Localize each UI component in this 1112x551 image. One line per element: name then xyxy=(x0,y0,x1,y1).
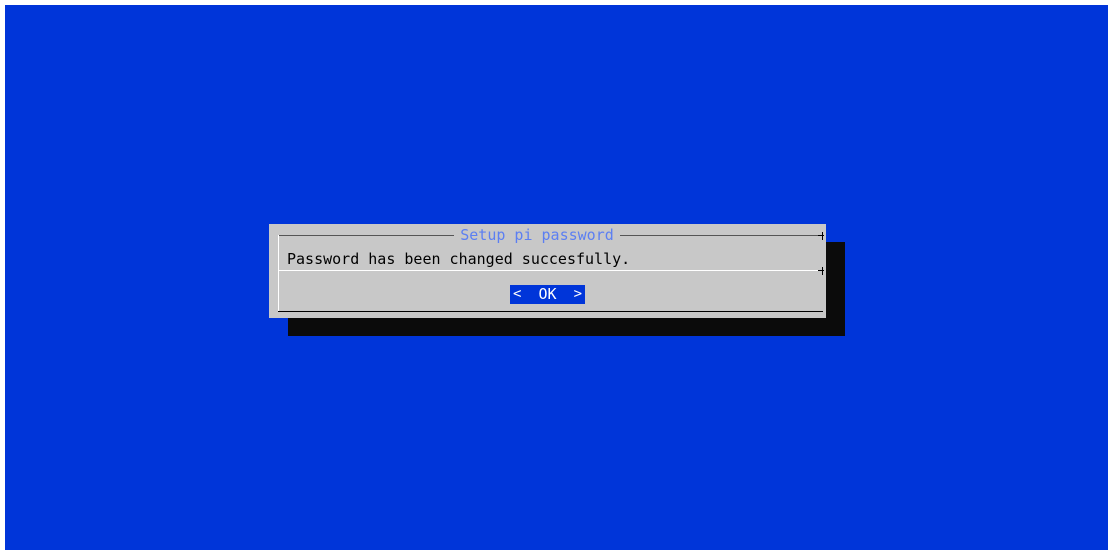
frame-separator-line xyxy=(278,270,823,271)
frame-top-left-line xyxy=(278,235,454,236)
frame-separator-tick xyxy=(818,270,824,271)
ok-button[interactable]: < OK > xyxy=(510,285,585,304)
message-dialog: Setup pi password Password has been chan… xyxy=(269,224,826,318)
dialog-message: Password has been changed succesfully. xyxy=(287,250,631,268)
chevron-right-icon: > xyxy=(573,286,582,302)
ok-button-label: OK xyxy=(538,285,557,303)
frame-top-tick xyxy=(818,235,824,236)
frame-top-tick-vertical xyxy=(822,232,823,240)
terminal-screen: Setup pi password Password has been chan… xyxy=(5,5,1108,550)
frame-left-line xyxy=(278,235,279,311)
dialog-title: Setup pi password xyxy=(460,226,614,244)
chevron-left-icon: < xyxy=(513,286,522,302)
frame-separator-tick-vertical xyxy=(822,267,823,275)
frame-top-right-line xyxy=(620,235,818,236)
frame-bottom-line xyxy=(278,311,823,312)
